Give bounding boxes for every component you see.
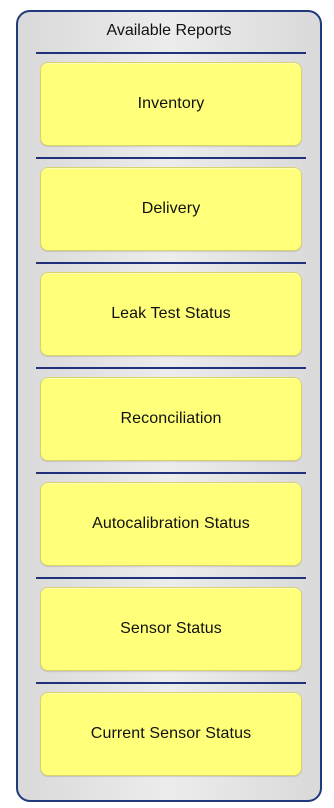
available-reports-panel: Available Reports Inventory Delivery Lea… bbox=[16, 10, 322, 802]
delivery-report-button[interactable]: Delivery bbox=[40, 167, 302, 251]
panel-title: Available Reports bbox=[106, 22, 232, 39]
divider bbox=[36, 472, 306, 474]
button-label: Reconciliation bbox=[120, 410, 222, 427]
button-label: Leak Test Status bbox=[111, 305, 231, 322]
divider bbox=[36, 682, 306, 684]
divider bbox=[36, 577, 306, 579]
divider bbox=[36, 52, 306, 54]
divider bbox=[36, 157, 306, 159]
inventory-report-button[interactable]: Inventory bbox=[40, 62, 302, 146]
button-label: Sensor Status bbox=[120, 620, 222, 637]
button-label: Current Sensor Status bbox=[90, 725, 252, 742]
autocalibration-status-report-button[interactable]: Autocalibration Status bbox=[40, 482, 302, 566]
button-label: Inventory bbox=[137, 95, 205, 112]
current-sensor-status-report-button[interactable]: Current Sensor Status bbox=[40, 692, 302, 776]
leak-test-status-report-button[interactable]: Leak Test Status bbox=[40, 272, 302, 356]
divider bbox=[36, 262, 306, 264]
divider bbox=[36, 367, 306, 369]
reconciliation-report-button[interactable]: Reconciliation bbox=[40, 377, 302, 461]
button-label: Delivery bbox=[141, 200, 201, 217]
button-label: Autocalibration Status bbox=[92, 515, 250, 532]
sensor-status-report-button[interactable]: Sensor Status bbox=[40, 587, 302, 671]
